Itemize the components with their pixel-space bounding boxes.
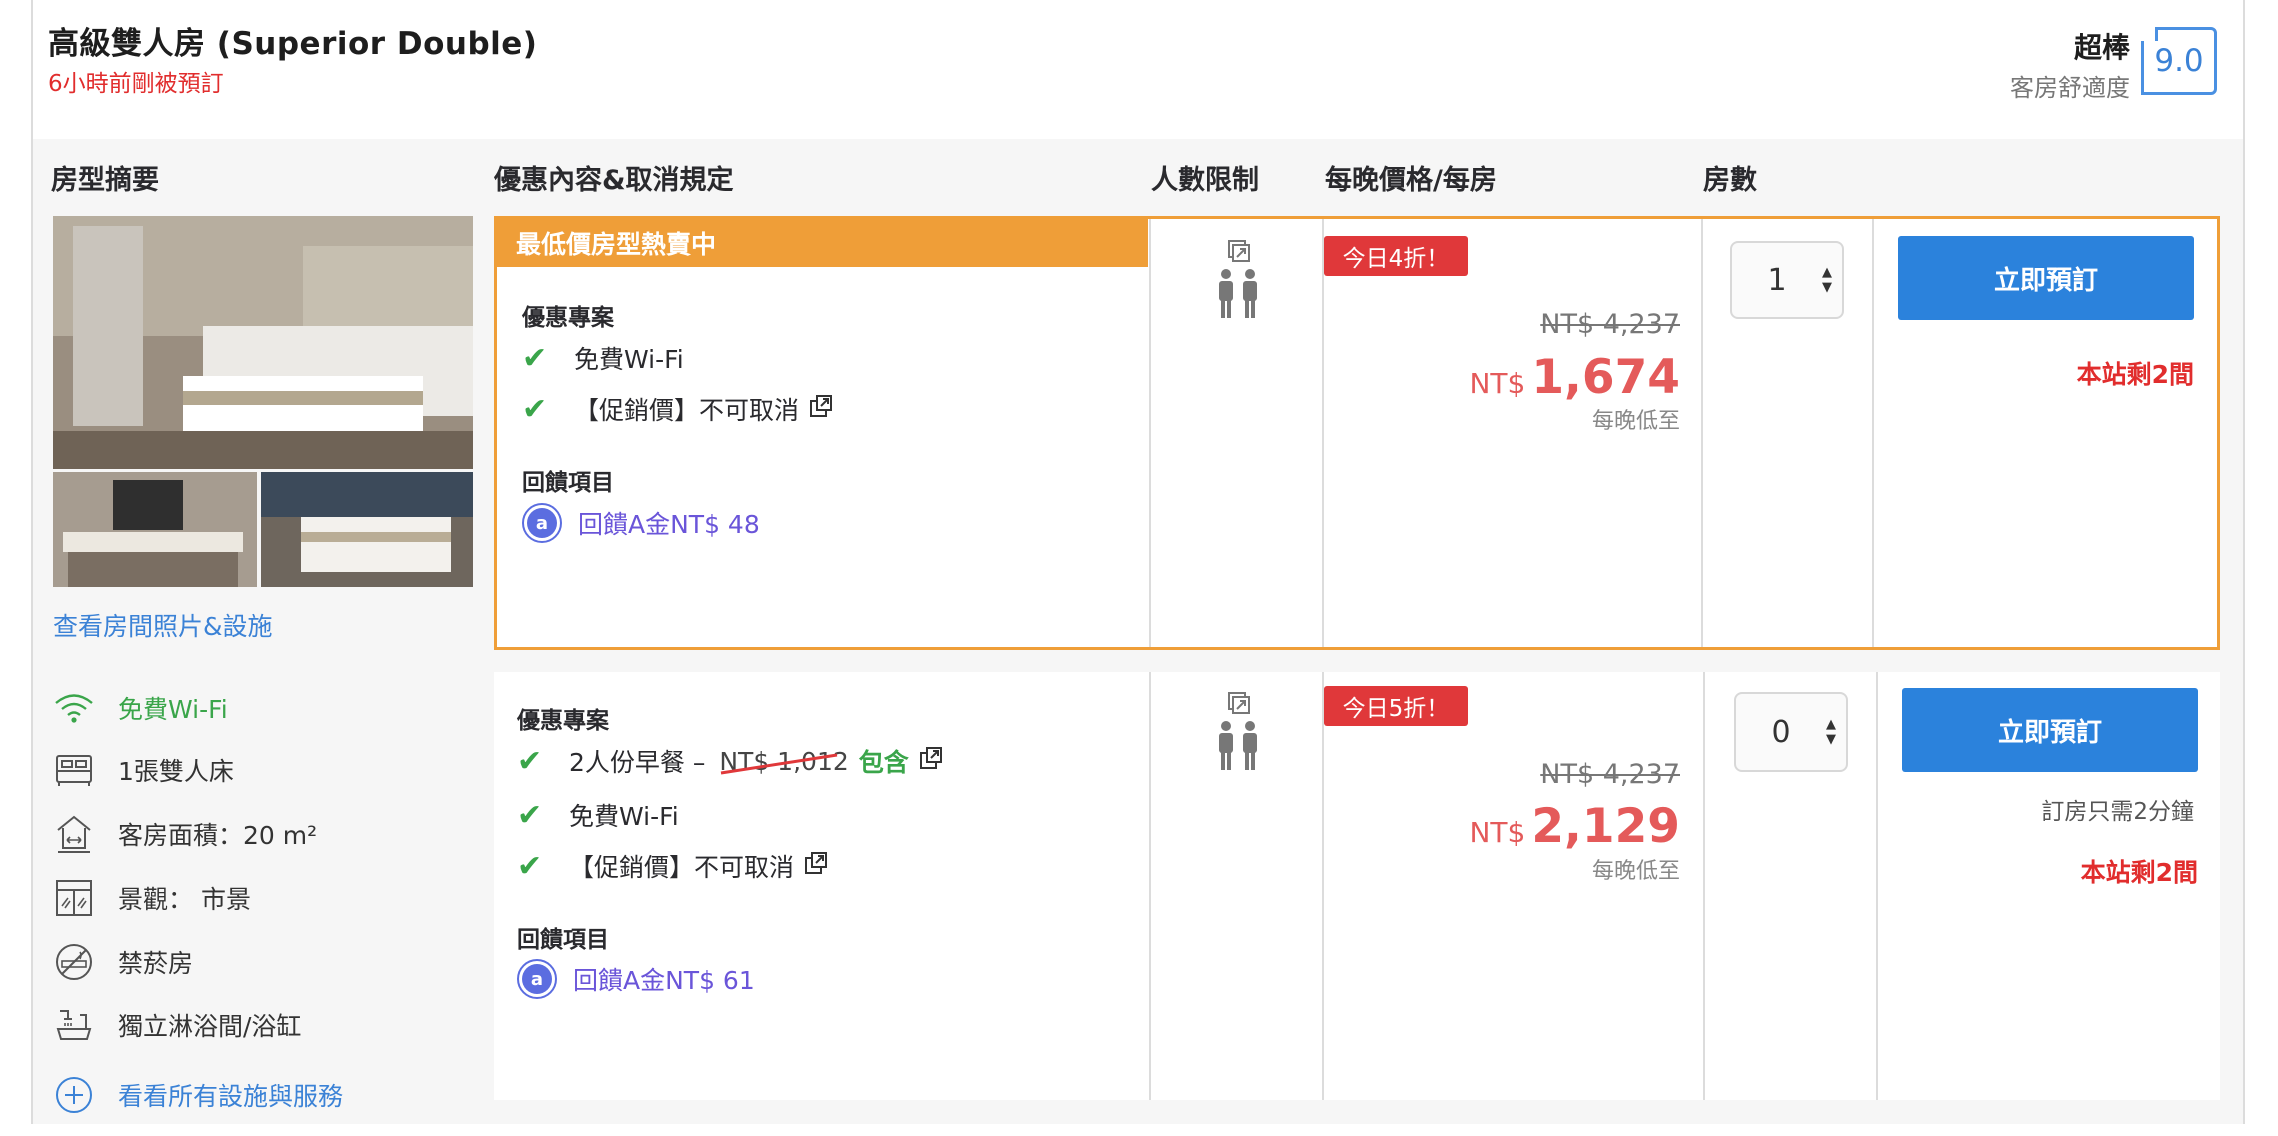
perk-item: ✔ 免費Wi-Fi	[522, 340, 684, 376]
divider	[1322, 672, 1324, 1100]
perks-title: 優惠專案	[517, 708, 609, 734]
book-now-button[interactable]: 立即預訂	[1902, 688, 2198, 772]
perks-title: 優惠專案	[522, 305, 614, 331]
wifi-icon	[52, 686, 96, 730]
amenity-label: 免費Wi-Fi	[118, 695, 228, 724]
price-currency: NT$	[1469, 816, 1526, 849]
amenity-bath: 獨立淋浴間/浴缸	[52, 1003, 482, 1047]
included-label: 包含	[858, 748, 909, 777]
check-icon: ✔	[522, 391, 548, 427]
room-count-value: 1	[1767, 262, 1787, 298]
external-link-icon[interactable]	[919, 746, 943, 776]
rewards-title: 回饋項目	[522, 470, 614, 496]
perk-label: 【促銷價】不可取消	[574, 396, 800, 425]
shower-bath-icon	[52, 1003, 96, 1047]
amenity-no-smoking: 禁菸房	[52, 940, 482, 984]
room-size-icon	[52, 812, 96, 856]
reward-label: 回饋A金NT$ 61	[573, 966, 755, 995]
rating-category: 客房舒適度	[2010, 74, 2130, 102]
amenity-bed: 1張雙人床	[52, 748, 482, 792]
all-facilities-link[interactable]: 看看所有設施與服務	[52, 1073, 482, 1117]
external-link-icon[interactable]	[809, 394, 833, 424]
window-view-icon	[52, 876, 96, 920]
price-amount: 2,129	[1531, 799, 1680, 854]
perk-label: 【促銷價】不可取消	[569, 853, 795, 882]
reward-item: a 回饋A金NT$ 61	[517, 959, 755, 999]
per-night-note: 每晚低至	[1591, 859, 1680, 884]
coin-icon: a	[522, 503, 562, 543]
breakfast-label: 2人份早餐 –	[569, 748, 706, 777]
amenity-label: 1張雙人床	[118, 757, 234, 786]
strike-line-icon	[721, 753, 838, 774]
no-smoking-icon	[52, 940, 96, 984]
room-photo-thumb-2[interactable]	[261, 472, 473, 587]
rewards-title: 回饋項目	[517, 927, 609, 953]
col-price: 每晚價格/每房	[1325, 165, 1497, 196]
perk-label: 免費Wi-Fi	[569, 802, 679, 831]
price-currency: NT$	[1469, 367, 1526, 400]
discount-badge: 今日4折！	[1324, 236, 1468, 276]
rooms-left-note: 本站剩2間	[2076, 360, 2194, 389]
amenity-label: 景觀： 市景	[118, 885, 251, 914]
perk-item[interactable]: ✔ 【促銷價】不可取消	[522, 391, 833, 427]
all-facilities-label: 看看所有設施與服務	[118, 1082, 344, 1111]
recent-booking-note: 6小時前剛被預訂	[48, 71, 224, 97]
bed-icon	[52, 748, 96, 792]
booking-time-note: 訂房只需2分鐘	[2041, 799, 2194, 825]
perk-label: 免費Wi-Fi	[574, 345, 684, 374]
occupancy-2-people-icon[interactable]	[1215, 692, 1261, 774]
updown-arrow-icon: ▲ ▼	[1826, 717, 1836, 747]
amenity-wifi: 免費Wi-Fi	[52, 686, 482, 730]
amenity-label: 禁菸房	[118, 949, 194, 978]
check-icon: ✔	[517, 743, 543, 779]
occupancy-2-people-icon[interactable]	[1215, 240, 1261, 322]
perk-item[interactable]: ✔ 【促銷價】不可取消	[517, 848, 828, 884]
room-title: 高級雙人房 (Superior Double)	[48, 26, 538, 62]
room-count-value: 0	[1771, 714, 1791, 750]
room-photos-link[interactable]: 查看房間照片&設施	[53, 607, 273, 643]
per-night-note: 每晚低至	[1591, 409, 1680, 434]
external-link-icon[interactable]	[804, 851, 828, 881]
price-amount: 1,674	[1531, 350, 1680, 405]
divider	[1876, 672, 1878, 1100]
amenity-label: 客房面積：20 m²	[118, 821, 318, 850]
check-icon: ✔	[517, 848, 543, 884]
original-price: NT$ 4,237	[1540, 759, 1680, 790]
reward-label: 回饋A金NT$ 48	[578, 510, 760, 539]
current-price: NT$ 1,674	[1380, 350, 1680, 405]
coin-icon: a	[517, 959, 557, 999]
original-price: NT$ 4,237	[1540, 309, 1680, 340]
col-offers: 優惠內容&取消規定	[494, 165, 734, 196]
discount-badge: 今日5折！	[1324, 686, 1468, 726]
perk-item[interactable]: ✔ 2人份早餐 – NT$ 1,012 包含	[517, 743, 943, 779]
reward-item: a 回饋A金NT$ 48	[522, 503, 760, 543]
room-photo-thumb-1[interactable]	[53, 472, 257, 587]
amenity-room-size: 客房面積：20 m²	[52, 812, 482, 856]
amenity-label: 獨立淋浴間/浴缸	[118, 1012, 302, 1041]
rating-score-badge: 9.0	[2141, 27, 2217, 95]
divider	[1703, 672, 1705, 1100]
room-count-select[interactable]: 1 ▲ ▼	[1730, 241, 1844, 319]
room-count-select[interactable]: 0 ▲ ▼	[1734, 692, 1848, 772]
current-price: NT$ 2,129	[1380, 799, 1680, 854]
breakfast-old-price: NT$ 1,012	[719, 747, 848, 776]
col-rooms: 房數	[1703, 165, 1757, 196]
rooms-left-note: 本站剩2間	[2080, 858, 2198, 887]
divider	[1149, 672, 1151, 1100]
perk-item: ✔ 免費Wi-Fi	[517, 797, 679, 833]
rating-word: 超棒	[2073, 31, 2130, 64]
check-icon: ✔	[522, 340, 548, 376]
col-occupancy: 人數限制	[1151, 165, 1259, 196]
col-summary: 房型摘要	[51, 165, 159, 196]
check-icon: ✔	[517, 797, 543, 833]
book-now-button[interactable]: 立即預訂	[1898, 236, 2194, 320]
updown-arrow-icon: ▲ ▼	[1822, 265, 1832, 295]
plus-circle-icon	[52, 1073, 96, 1117]
amenity-view: 景觀： 市景	[52, 876, 482, 920]
room-photo-main[interactable]	[53, 216, 473, 469]
